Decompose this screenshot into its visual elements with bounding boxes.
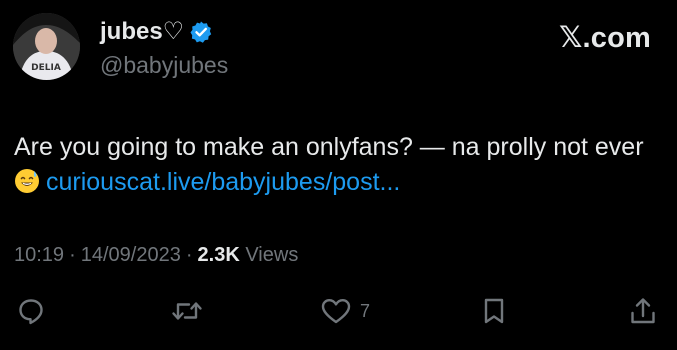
action-bar: 7 — [0, 296, 677, 332]
heart-icon — [320, 296, 352, 326]
sweat-smile-emoji-icon — [14, 168, 40, 194]
bookmark-icon — [480, 296, 508, 326]
retweet-icon — [170, 296, 204, 326]
share-button[interactable] — [628, 296, 658, 326]
author-handle[interactable]: @babyjubes — [100, 52, 228, 79]
views-count: 2.3K — [197, 244, 240, 266]
tweet-text: Are you going to make an onlyfans? — na … — [14, 133, 644, 161]
tweet-link[interactable]: curiouscat.live/babyjubes/post... — [46, 168, 400, 196]
like-count: 7 — [360, 300, 371, 321]
avatar-shirt-text: DELIA — [31, 63, 61, 73]
reply-icon — [16, 296, 46, 326]
author-name-row[interactable]: jubes♡ — [100, 17, 213, 46]
x-logo: 𝕏.com — [558, 22, 651, 54]
like-button[interactable]: 7 — [320, 296, 370, 326]
tweet-time[interactable]: 10:19 — [14, 244, 64, 266]
display-name[interactable]: jubes♡ — [100, 17, 184, 46]
tweet-body: Are you going to make an onlyfans? — na … — [14, 130, 664, 200]
meta-separator: · — [185, 244, 193, 266]
meta-separator: · — [69, 244, 76, 266]
retweet-button[interactable] — [170, 296, 204, 326]
share-icon — [628, 296, 658, 326]
bookmark-button[interactable] — [480, 296, 508, 326]
avatar[interactable]: DELIA — [13, 13, 80, 80]
avatar-image: DELIA — [13, 13, 80, 80]
tweet-date[interactable]: 14/09/2023 — [81, 244, 181, 266]
verified-badge-icon — [189, 20, 213, 44]
tweet-meta: 10:19 · 14/09/2023 · 2.3K Views — [14, 244, 298, 267]
reply-button[interactable] — [16, 296, 46, 326]
views-label: Views — [245, 244, 299, 266]
